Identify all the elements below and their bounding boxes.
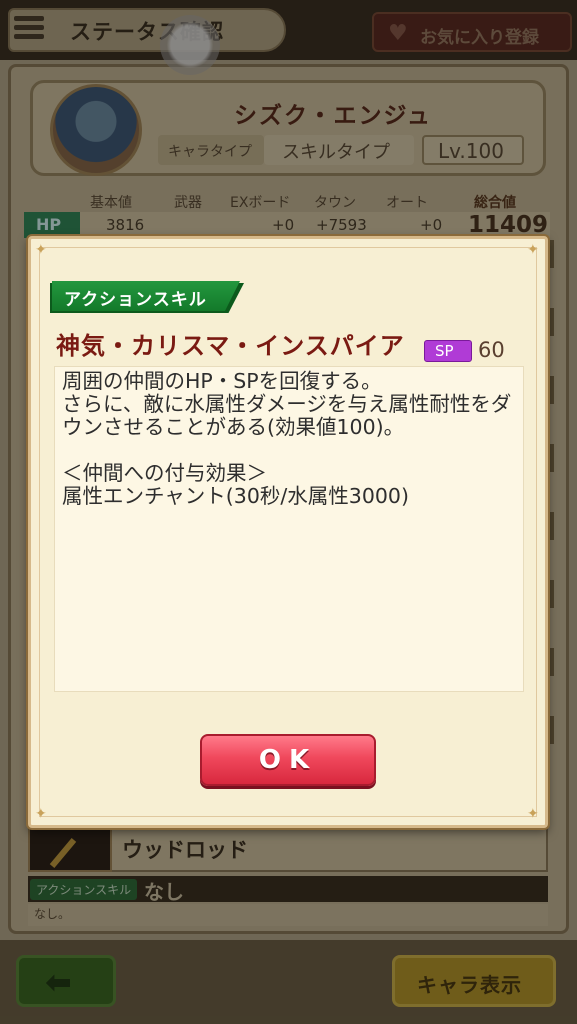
skill-name: 神気・カリスマ・インスパイア (56, 332, 405, 360)
ok-label: OK (258, 745, 318, 775)
corner-ornament-icon: ✦ (527, 242, 539, 258)
sp-badge: SP (424, 340, 472, 362)
ok-button[interactable]: OK (200, 734, 376, 786)
skill-description: 周囲の仲間のHP・SPを回復する。 さらに、敵に水属性ダメージを与え属性耐性をダ… (62, 369, 512, 508)
action-skill-ribbon: アクションスキル (52, 281, 240, 311)
corner-ornament-icon: ✦ (35, 242, 47, 258)
corner-ornament-icon: ✦ (527, 806, 539, 822)
corner-ornament-icon: ✦ (35, 806, 47, 822)
sp-cost: 60 (478, 338, 505, 362)
